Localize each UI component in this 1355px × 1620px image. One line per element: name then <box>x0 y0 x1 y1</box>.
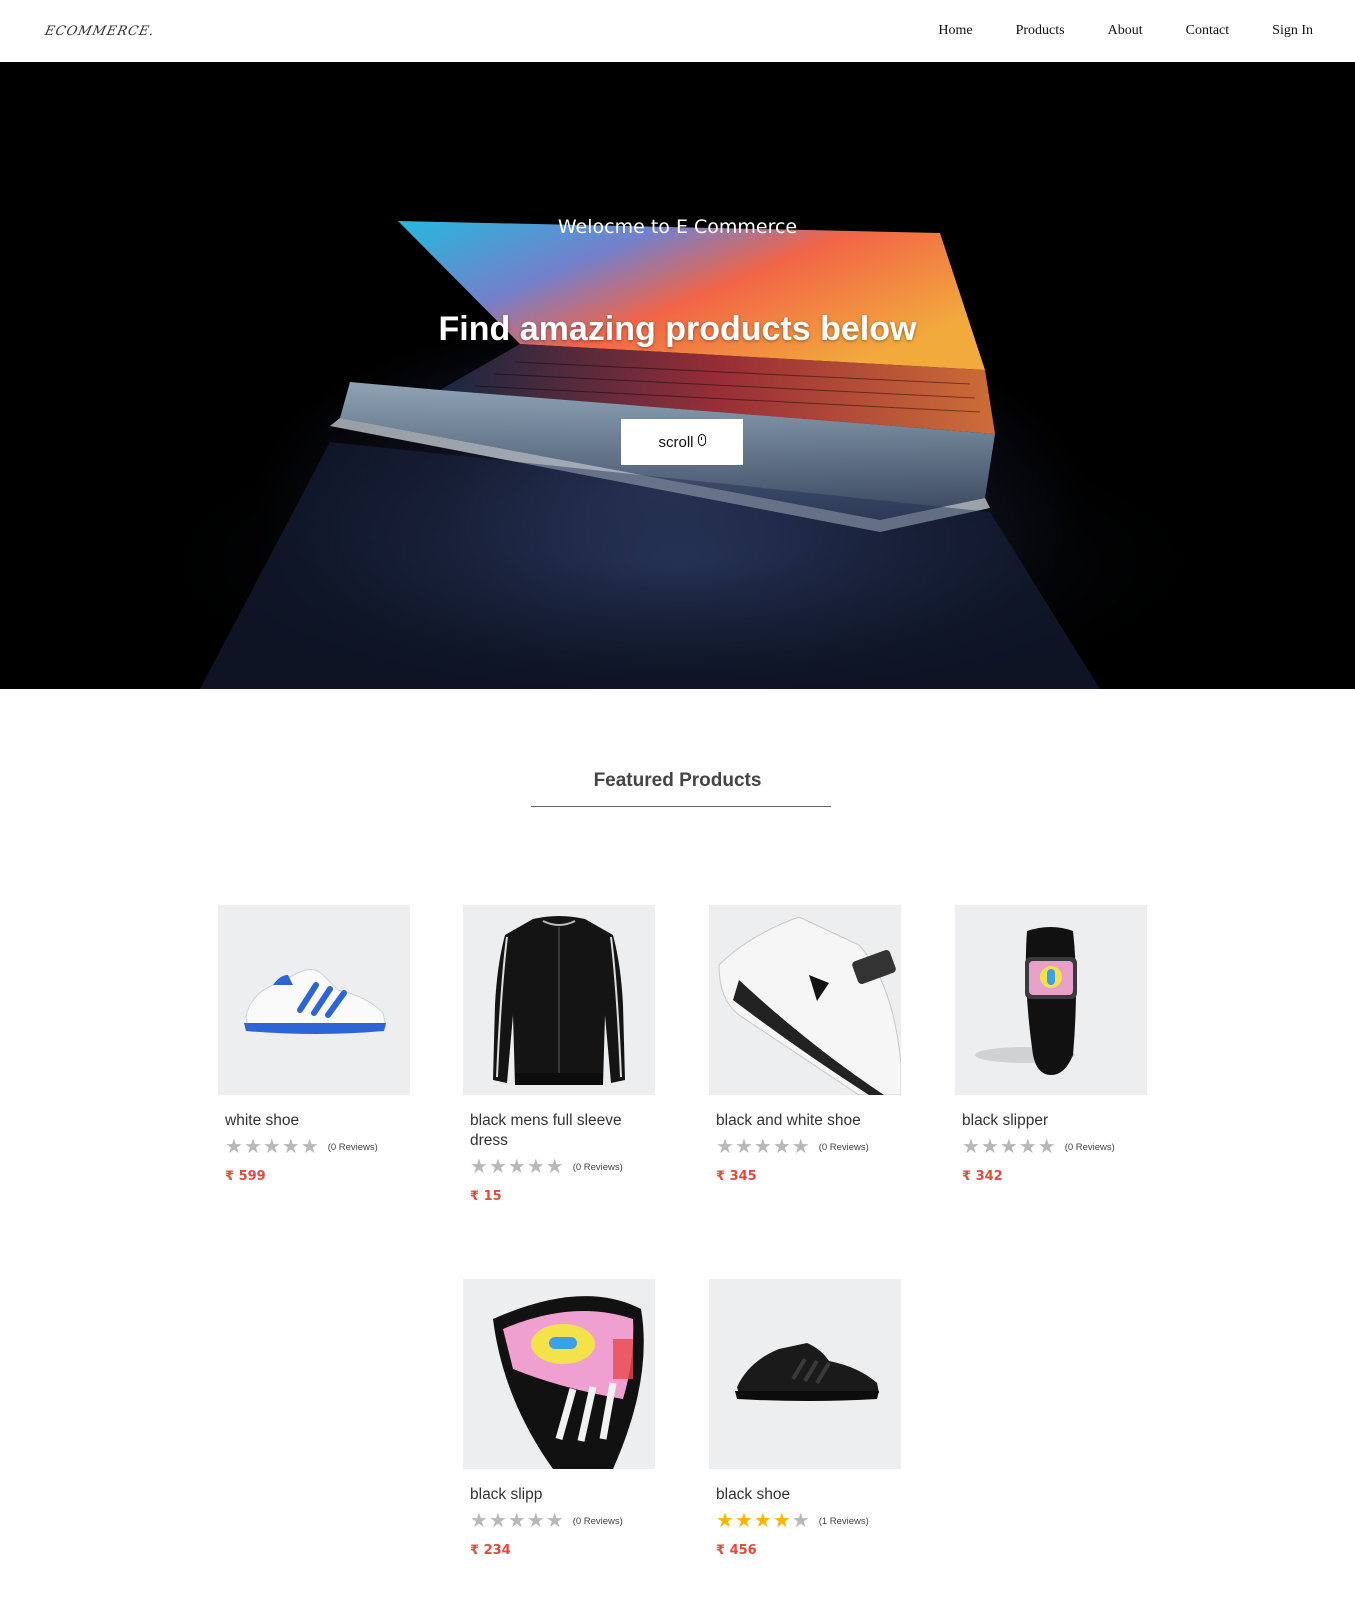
star-icon: ★ <box>545 1156 564 1178</box>
logo[interactable]: ECOMMERCE. <box>43 24 156 39</box>
nav-link-home[interactable]: Home <box>938 23 972 39</box>
star-icon: ★ <box>1018 1136 1037 1158</box>
star-icon: ★ <box>488 1156 507 1178</box>
product-price: ₹ 599 <box>225 1169 410 1184</box>
product-price: ₹ 342 <box>962 1169 1147 1184</box>
product-card[interactable]: black and white shoe ★ ★ ★ ★ ★ (0 Reviews) ₹… <box>709 905 901 1184</box>
star-icon: ★ <box>488 1510 507 1532</box>
product-name[interactable]: black slipper <box>962 1111 1142 1131</box>
star-icon: ★ <box>734 1510 753 1532</box>
product-card[interactable]: black slipp ★ ★ ★ ★ ★ (0 Reviews) ₹ 234 <box>463 1279 655 1558</box>
rupee-icon: ₹ <box>470 1189 480 1204</box>
hero-welcome-text: Welocme to E Commerce <box>557 216 798 238</box>
review-count: (0 Reviews) <box>327 1141 378 1153</box>
star-icon: ★ <box>470 1156 488 1178</box>
nav-link-sign-in[interactable]: Sign In <box>1272 23 1313 39</box>
product-image-black-slipper <box>955 905 1147 1095</box>
product-price: ₹ 345 <box>716 1169 901 1184</box>
star-icon: ★ <box>470 1510 488 1532</box>
review-count: (0 Reviews) <box>572 1161 623 1173</box>
price-value: 15 <box>483 1189 502 1204</box>
star-icon: ★ <box>300 1136 319 1158</box>
rating: ★ ★ ★ ★ ★ (0 Reviews) <box>962 1137 1147 1157</box>
product-image-black-shoe <box>709 1279 901 1469</box>
price-value: 599 <box>238 1169 266 1184</box>
star-icon: ★ <box>753 1510 772 1532</box>
review-count: (0 Reviews) <box>572 1515 623 1527</box>
product-name[interactable]: black mens full sleeve dress <box>470 1111 650 1151</box>
price-value: 234 <box>483 1543 511 1558</box>
rating: ★ ★ ★ ★ ★ (1 Reviews) <box>716 1511 901 1531</box>
star-icon: ★ <box>545 1510 564 1532</box>
product-price: ₹ 15 <box>470 1189 655 1204</box>
star-icon: ★ <box>716 1136 734 1158</box>
rating: ★ ★ ★ ★ ★ (0 Reviews) <box>225 1137 410 1157</box>
scroll-label: scroll <box>658 433 694 451</box>
star-icon: ★ <box>791 1510 810 1532</box>
product-image-white-shoe <box>218 905 410 1095</box>
review-count: (0 Reviews) <box>1064 1141 1115 1153</box>
star-icon: ★ <box>791 1136 810 1158</box>
nav-links: Home Products About Contact Sign In <box>895 23 1313 39</box>
price-value: 345 <box>729 1169 757 1184</box>
price-value: 456 <box>729 1543 757 1558</box>
hero-banner: Welocme to E Commerce Find amazing produ… <box>0 62 1355 689</box>
star-icon: ★ <box>225 1136 243 1158</box>
price-value: 342 <box>975 1169 1003 1184</box>
star-icon: ★ <box>526 1156 545 1178</box>
nav-link-about[interactable]: About <box>1108 23 1143 39</box>
hero-title: Find amazing products below <box>438 310 917 348</box>
product-image-black-white-shoe <box>709 905 901 1095</box>
product-image-black-jacket <box>463 905 655 1095</box>
product-name[interactable]: white shoe <box>225 1111 405 1131</box>
product-price: ₹ 234 <box>470 1543 655 1558</box>
product-card[interactable]: black mens full sleeve dress ★ ★ ★ ★ ★ (0 Re… <box>463 905 655 1204</box>
product-name[interactable]: black slipp <box>470 1485 650 1505</box>
star-icon: ★ <box>716 1510 734 1532</box>
star-icon: ★ <box>507 1510 526 1532</box>
star-icon: ★ <box>772 1136 791 1158</box>
scroll-button[interactable]: scroll <box>621 419 743 465</box>
nav-link-products[interactable]: Products <box>1016 23 1065 39</box>
product-name[interactable]: black shoe <box>716 1485 896 1505</box>
laptop-hero-image <box>120 221 1240 689</box>
star-icon: ★ <box>1037 1136 1056 1158</box>
star-icon: ★ <box>980 1136 999 1158</box>
product-card[interactable]: black shoe ★ ★ ★ ★ ★ (1 Reviews) ₹ 456 <box>709 1279 901 1558</box>
product-image-black-slipp <box>463 1279 655 1469</box>
star-icon: ★ <box>526 1510 545 1532</box>
navbar: ECOMMERCE. Home Products About Contact S… <box>0 0 1355 62</box>
product-card[interactable]: black slipper ★ ★ ★ ★ ★ (0 Reviews) ₹ 342 <box>955 905 1147 1184</box>
rating: ★ ★ ★ ★ ★ (0 Reviews) <box>470 1511 655 1531</box>
star-icon: ★ <box>262 1136 281 1158</box>
rating: ★ ★ ★ ★ ★ (0 Reviews) <box>716 1137 901 1157</box>
rupee-icon: ₹ <box>716 1543 726 1558</box>
featured-divider <box>531 806 831 807</box>
star-icon: ★ <box>772 1510 791 1532</box>
nav-link-contact[interactable]: Contact <box>1186 23 1230 39</box>
star-icon: ★ <box>753 1136 772 1158</box>
rupee-icon: ₹ <box>716 1169 726 1184</box>
featured-heading: Featured Products <box>593 770 762 791</box>
review-count: (1 Reviews) <box>818 1515 869 1527</box>
rupee-icon: ₹ <box>962 1169 972 1184</box>
product-name[interactable]: black and white shoe <box>716 1111 896 1131</box>
rating: ★ ★ ★ ★ ★ (0 Reviews) <box>470 1157 655 1177</box>
rupee-icon: ₹ <box>225 1169 235 1184</box>
mouse-icon <box>697 434 706 446</box>
star-icon: ★ <box>281 1136 300 1158</box>
product-price: ₹ 456 <box>716 1543 901 1558</box>
star-icon: ★ <box>962 1136 980 1158</box>
star-icon: ★ <box>507 1156 526 1178</box>
review-count: (0 Reviews) <box>818 1141 869 1153</box>
star-icon: ★ <box>999 1136 1018 1158</box>
star-icon: ★ <box>734 1136 753 1158</box>
star-icon: ★ <box>243 1136 262 1158</box>
rupee-icon: ₹ <box>470 1543 480 1558</box>
product-card[interactable]: white shoe ★ ★ ★ ★ ★ (0 Reviews) ₹ 599 <box>218 905 410 1184</box>
